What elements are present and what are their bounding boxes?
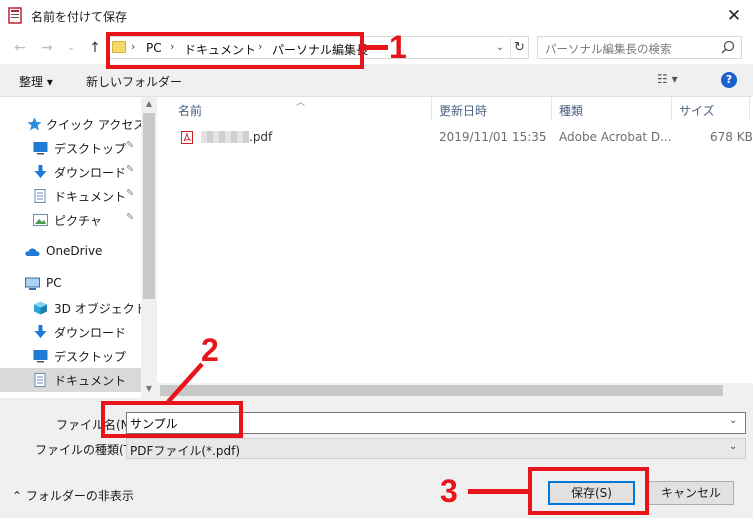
cube-icon	[34, 301, 47, 315]
table-row[interactable]: .pdf 2019/11/01 15:35 Adobe Acrobat D...…	[157, 126, 753, 148]
sidebar-item-label: ピクチャ	[54, 214, 102, 228]
sidebar-item-3d-objects[interactable]: 3D オブジェクト	[0, 296, 147, 320]
annotation-box-1	[106, 32, 364, 69]
hide-folders-toggle[interactable]: ⌃ フォルダーの非表示	[12, 487, 134, 504]
sidebar-item-documents[interactable]: ドキュメント	[0, 368, 141, 392]
file-list: ︿ 名前 更新日時 種類 サイズ .pdf 2019/11/01 15:35 A…	[157, 97, 753, 398]
window-title: 名前を付けて保存	[31, 10, 128, 24]
file-size: 678 KB	[710, 130, 753, 144]
column-divider[interactable]	[671, 97, 672, 121]
annotation-box-2	[101, 401, 243, 438]
download-icon	[34, 325, 47, 338]
help-button[interactable]: ?	[721, 72, 737, 88]
pin-icon: ✎	[126, 164, 135, 175]
search-box[interactable]: パーソナル編集長の検索	[537, 36, 742, 59]
filetype-value: PDFファイル(*.pdf)	[130, 444, 241, 458]
annotation-number-3: 3	[440, 473, 458, 509]
annotation-line-3	[468, 489, 528, 494]
sidebar-item-label: ダウンロード	[54, 166, 127, 180]
sidebar-item-quick-access[interactable]: クイック アクセス	[0, 112, 145, 136]
sidebar-item-label: デスクトップ	[54, 142, 127, 156]
sidebar-item-label: 3D オブジェクト	[54, 302, 147, 316]
scroll-up-icon[interactable]: ▲	[141, 99, 157, 111]
cancel-button[interactable]: キャンセル	[648, 481, 734, 505]
column-divider[interactable]	[551, 97, 552, 121]
star-icon	[27, 117, 42, 131]
sidebar-item-onedrive[interactable]: OneDrive	[0, 240, 141, 264]
annotation-number-2: 2	[201, 332, 219, 368]
sidebar-item-label: ダウンロード	[54, 326, 127, 340]
download-icon	[34, 165, 47, 178]
view-options-button[interactable]: ☷ ▾	[657, 72, 679, 88]
pin-icon: ✎	[126, 212, 135, 223]
sidebar-item-desktop[interactable]: デスクトップ	[0, 344, 141, 368]
sidebar-item-label: PC	[46, 276, 62, 290]
back-button[interactable]: ←	[11, 39, 29, 57]
column-divider[interactable]	[749, 97, 750, 121]
filetype-select[interactable]: PDFファイル(*.pdf) ⌄	[126, 438, 746, 459]
app-icon	[8, 7, 22, 24]
pin-icon: ✎	[126, 140, 135, 151]
search-placeholder: パーソナル編集長の検索	[545, 42, 672, 56]
sidebar-item-pictures-quick[interactable]: ピクチャ ✎	[0, 208, 141, 232]
column-divider[interactable]	[431, 97, 432, 121]
desktop-icon	[33, 142, 48, 155]
hide-folders-label: フォルダーの非表示	[25, 489, 134, 503]
document-icon	[34, 373, 46, 387]
annotation-box-3	[528, 467, 649, 515]
address-dropdown-icon[interactable]: ⌄	[492, 39, 508, 57]
sidebar-item-label: OneDrive	[46, 244, 103, 258]
column-header-name[interactable]: 名前	[178, 97, 202, 121]
up-button[interactable]: ↑	[86, 39, 104, 57]
sidebar-item-documents-quick[interactable]: ドキュメント ✎	[0, 184, 141, 208]
document-icon	[34, 189, 46, 203]
sidebar-item-pc[interactable]: PC	[0, 272, 141, 296]
pictures-icon	[33, 214, 48, 226]
annotation-number-1: 1	[389, 29, 407, 65]
search-icon[interactable]	[720, 39, 736, 57]
close-button[interactable]: ✕	[722, 5, 746, 27]
file-list-scrollbar[interactable]	[157, 383, 753, 398]
blurred-filename	[201, 131, 249, 143]
scroll-down-icon[interactable]: ▼	[141, 384, 157, 396]
chevron-down-icon[interactable]: ⌄	[729, 441, 737, 452]
sidebar-item-label: デスクトップ	[54, 350, 127, 364]
sidebar-scrollbar[interactable]: ▲ ▼	[141, 97, 157, 398]
sort-ascending-icon: ︿	[296, 98, 306, 108]
sidebar-item-desktop-quick[interactable]: デスクトップ ✎	[0, 136, 141, 160]
annotation-line-1	[364, 45, 388, 50]
desktop-icon	[33, 350, 48, 363]
sidebar-item-label: ドキュメント	[54, 190, 127, 204]
pdf-icon	[181, 131, 193, 144]
chevron-down-icon[interactable]: ⌄	[729, 415, 737, 426]
cloud-icon	[25, 248, 40, 256]
recent-locations-button[interactable]: ⌄	[62, 39, 80, 57]
pin-icon: ✎	[126, 188, 135, 199]
column-header-size[interactable]: サイズ	[679, 97, 715, 121]
filetype-label: ファイルの種類(T):	[35, 443, 140, 457]
sidebar-item-label: クイック アクセス	[46, 118, 146, 132]
scrollbar-thumb[interactable]	[160, 385, 723, 396]
column-header-type[interactable]: 種類	[559, 97, 583, 121]
navigation-pane: クイック アクセス デスクトップ ✎ ダウンロード ✎ ドキュメント ✎ ピクチ…	[0, 97, 157, 398]
chevron-up-icon: ⌃	[12, 489, 23, 503]
file-name: .pdf	[249, 130, 273, 144]
organize-button[interactable]: 整理 ▾	[19, 73, 53, 90]
pc-icon	[25, 277, 40, 290]
sidebar-item-downloads-quick[interactable]: ダウンロード ✎	[0, 160, 141, 184]
title-bar: 名前を付けて保存 ✕	[0, 0, 753, 31]
column-header-modified[interactable]: 更新日時	[439, 97, 487, 121]
file-modified: 2019/11/01 15:35	[439, 130, 547, 144]
sidebar-item-label: ドキュメント	[54, 374, 127, 388]
forward-button[interactable]: →	[38, 39, 56, 57]
refresh-button[interactable]: ↻	[510, 38, 528, 58]
sidebar-item-downloads[interactable]: ダウンロード	[0, 320, 141, 344]
new-folder-button[interactable]: 新しいフォルダー	[86, 73, 182, 90]
scrollbar-thumb[interactable]	[143, 113, 155, 299]
file-type: Adobe Acrobat D...	[559, 130, 672, 144]
